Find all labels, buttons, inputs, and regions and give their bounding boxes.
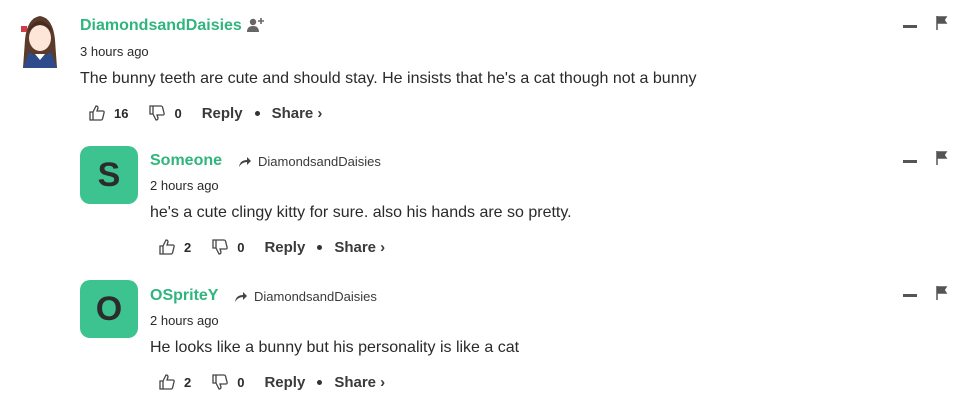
like-count: 16 — [114, 105, 129, 121]
comment-timestamp: 2 hours ago — [150, 178, 219, 193]
reply-to-indicator[interactable]: DiamondsandDaisies — [234, 289, 377, 304]
reply-to-user: DiamondsandDaisies — [258, 154, 381, 169]
comment-text: He looks like a bunny but his personalit… — [150, 339, 520, 356]
like-button[interactable]: 2 — [158, 373, 191, 391]
comment-timestamp: 2 hours ago — [150, 313, 219, 328]
flag-icon[interactable] — [936, 16, 948, 35]
reply-to-indicator[interactable]: DiamondsandDaisies — [238, 154, 381, 169]
reply-arrow-icon — [235, 291, 247, 302]
comment-author[interactable]: DiamondsandDaisies — [80, 17, 242, 35]
dislike-count: 0 — [174, 105, 182, 121]
user-avatar[interactable]: S — [80, 146, 138, 204]
dislike-button[interactable]: 0 — [211, 373, 244, 391]
comment-author[interactable]: OSpriteY — [150, 287, 218, 305]
thumbs-up-icon — [89, 105, 105, 121]
comment-timestamp: 3 hours ago — [80, 44, 149, 59]
reply-to-user: DiamondsandDaisies — [254, 289, 377, 304]
thumbs-up-icon — [159, 374, 175, 390]
separator-dot — [317, 379, 323, 385]
flag-icon[interactable] — [936, 286, 948, 305]
flag-icon[interactable] — [936, 151, 948, 170]
comment-3: O OSpriteY DiamondsandDaisies 2 hours ag… — [0, 265, 960, 400]
comment-actions: 16 0 Reply Share › — [88, 104, 322, 122]
dislike-count: 0 — [237, 239, 245, 255]
user-avatar[interactable]: O — [80, 280, 138, 338]
comment-1: DiamondsandDaisies 3 hours ago The bunny… — [0, 0, 960, 130]
follow-user-icon[interactable] — [246, 16, 266, 39]
thumbs-up-icon — [159, 239, 175, 255]
comment-author[interactable]: Someone — [150, 152, 222, 170]
comment-2: S Someone DiamondsandDaisies 2 hours ago… — [0, 130, 960, 265]
minimize-icon[interactable] — [903, 160, 917, 163]
share-button[interactable]: Share › — [334, 239, 385, 256]
comment-text: The bunny teeth are cute and should stay… — [80, 70, 697, 87]
separator-dot — [254, 110, 260, 116]
thumbs-down-icon — [212, 374, 229, 390]
thumbs-down-icon — [149, 105, 166, 121]
minimize-icon[interactable] — [903, 294, 917, 297]
minimize-icon[interactable] — [903, 25, 917, 28]
reply-button[interactable]: Reply — [264, 239, 305, 256]
user-avatar[interactable] — [15, 10, 65, 68]
comment-actions: 2 0 Reply Share › — [158, 238, 385, 256]
separator-dot — [317, 244, 323, 250]
like-count: 2 — [184, 374, 192, 390]
reply-arrow-icon — [239, 156, 251, 167]
dislike-count: 0 — [237, 374, 245, 390]
reply-button[interactable]: Reply — [202, 105, 243, 122]
comment-actions: 2 0 Reply Share › — [158, 373, 385, 391]
dislike-button[interactable]: 0 — [148, 104, 182, 122]
reply-button[interactable]: Reply — [264, 374, 305, 391]
dislike-button[interactable]: 0 — [211, 238, 244, 256]
comment-text: he's a cute clingy kitty for sure. also … — [150, 204, 572, 221]
thumbs-down-icon — [212, 239, 229, 255]
share-button[interactable]: Share › — [272, 105, 323, 122]
like-button[interactable]: 2 — [158, 238, 191, 256]
share-button[interactable]: Share › — [334, 374, 385, 391]
like-button[interactable]: 16 — [88, 104, 128, 122]
like-count: 2 — [184, 239, 192, 255]
